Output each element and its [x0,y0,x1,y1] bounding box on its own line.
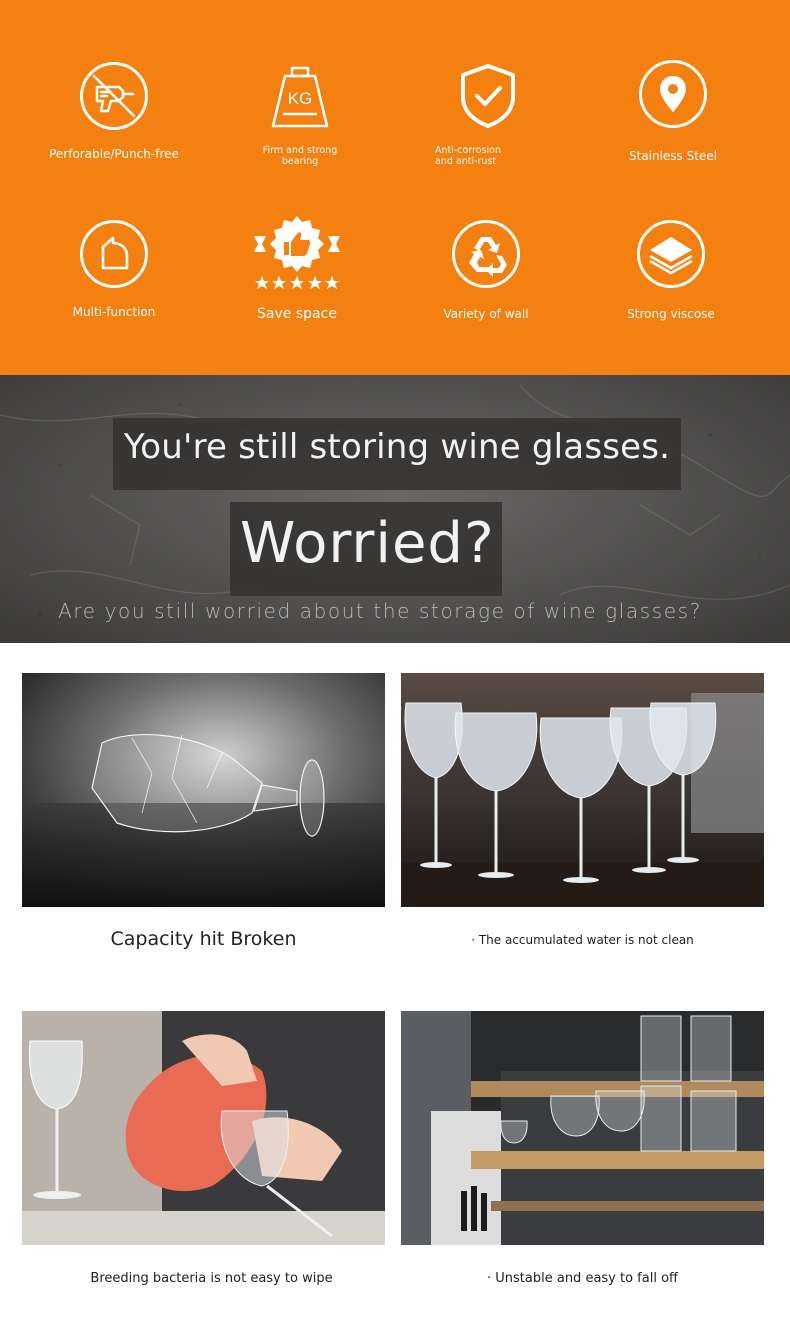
feature-label: Anti-corrosion and anti-rust [435,145,502,167]
feature-label: Strong viscose [627,307,715,321]
feature-label: Stainless Steel [628,149,718,163]
feature-label: Firm and strong bearing [262,145,338,167]
caption-water: · The accumulated water is not clean [471,933,694,947]
features-band: Perforable/Punch-free KG Firm and strong… [0,0,790,375]
feature-label: Perforable/Punch-free [49,147,179,161]
question-banner: You're still storing wine glasses. Worri… [0,375,790,643]
feature-strong-viscose: Strong viscose [576,190,766,375]
banner-worried: Worried? [240,511,495,576]
photo-wall-shelves [401,1011,764,1245]
thumbs-up-badge-icon [252,214,342,292]
shield-check-icon [459,63,517,129]
photo-wet-glasses [401,673,764,907]
feature-label: Save space [257,306,337,322]
banner-subline: Are you still worried about the storage … [58,599,702,623]
feature-label: Variety of wall [443,307,529,321]
feature-anti-corrosion: Anti-corrosion and anti-rust [393,0,583,190]
caption-bacteria: Breeding bacteria is not easy to wipe [90,1271,333,1286]
feature-variety-wall: Variety of wall [391,190,581,375]
photo-wiping-glass [22,1011,385,1245]
feature-save-space: Save space [202,190,392,375]
location-pin-icon [639,60,707,128]
caption-unstable: · Unstable and easy to fall off [487,1271,678,1286]
kg-weight-icon: KG [265,64,335,130]
layers-icon [637,220,705,288]
recycle-icon [452,220,520,288]
feature-stainless: Stainless Steel [578,0,768,190]
photo-broken-glass [22,673,385,907]
banner-headline: You're still storing wine glasses. [123,427,671,467]
drill-crossed-icon [80,62,148,130]
kg-text: KG [287,89,313,108]
feature-punch-free: Perforable/Punch-free [19,0,209,190]
feature-multi-function: Multi-function [19,190,209,375]
feature-bearing: KG Firm and strong bearing [205,0,395,190]
return-arrow-icon [80,220,148,288]
feature-label: Multi-function [72,305,156,319]
caption-broken: Capacity hit Broken [110,928,297,950]
